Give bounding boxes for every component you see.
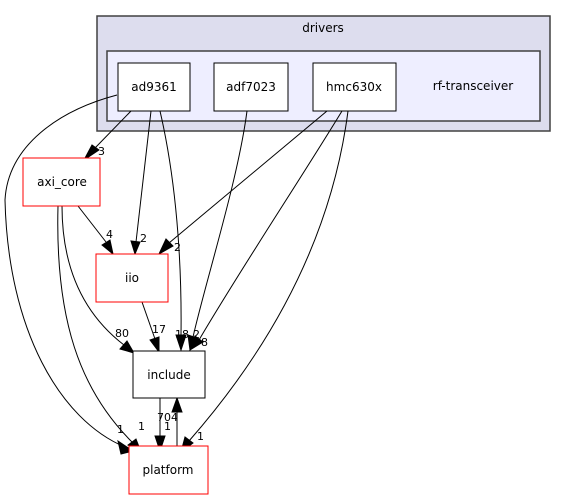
node-label: include — [147, 368, 190, 382]
edge-label: 704 — [157, 411, 178, 424]
node-label: adf7023 — [226, 80, 276, 94]
edge-label: 8 — [201, 336, 208, 349]
edge-hmc630x-include[interactable]: 8 — [189, 110, 343, 352]
cluster-rf-transceiver-label: rf-transceiver — [433, 79, 513, 93]
node-label: axi_core — [37, 175, 87, 189]
node-adf7023[interactable]: adf7023 — [213, 62, 289, 112]
node-label: ad9361 — [131, 80, 177, 94]
edges: 3 2 18 1 2 2 8 1 4 80 1 17 1 704 — [4, 94, 349, 455]
node-label: hmc630x — [326, 80, 382, 94]
edge-adf7023-include[interactable]: 2 — [187, 110, 248, 352]
edge-hmc630x-iio[interactable]: 2 — [157, 110, 328, 256]
node-platform[interactable]: platform — [128, 445, 209, 495]
edge-label: 4 — [106, 228, 113, 241]
node-iio[interactable]: iio — [95, 253, 169, 303]
edge-iio-include[interactable]: 17 — [141, 301, 166, 354]
edge-ad9361-iio[interactable]: 2 — [130, 110, 152, 256]
node-ad9361[interactable]: ad9361 — [117, 62, 191, 112]
edge-label: 80 — [115, 327, 129, 340]
node-hmc630x[interactable]: hmc630x — [312, 62, 397, 112]
node-include[interactable]: include — [132, 350, 206, 399]
node-label: iio — [125, 271, 139, 285]
edge-include-platform[interactable]: 1 — [154, 398, 171, 453]
edge-label: 2 — [140, 232, 147, 245]
node-label: platform — [143, 463, 194, 477]
edge-label: 2 — [174, 241, 181, 254]
edge-label: 1 — [197, 430, 204, 443]
edge-label: 1 — [138, 420, 145, 433]
edge-label: 3 — [98, 145, 105, 158]
cluster-drivers-label: drivers — [302, 21, 344, 35]
dependency-graph: drivers rf-transceiver 3 2 18 1 2 2 8 1 … — [4, 15, 551, 495]
edge-hmc630x-platform[interactable]: 1 — [180, 110, 349, 454]
node-axi_core[interactable]: axi_core — [22, 157, 101, 207]
edge-label: 17 — [152, 323, 166, 336]
edge-axi_core-iio[interactable]: 4 — [77, 205, 114, 256]
edge-label: 18 — [175, 328, 189, 341]
